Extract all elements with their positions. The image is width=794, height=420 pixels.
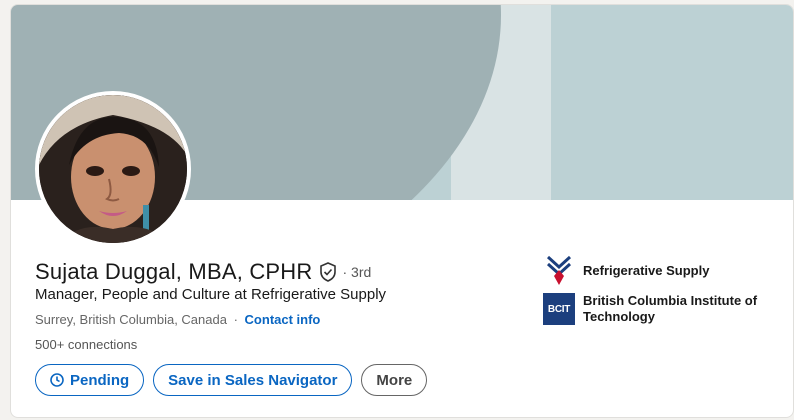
verified-shield-icon[interactable]	[319, 262, 337, 282]
more-label: More	[376, 371, 413, 389]
school-name: British Columbia Institute of Technology	[583, 293, 758, 324]
connection-degree: · 3rd	[342, 264, 372, 280]
profile-card: Sujata Duggal, MBA, CPHR · 3rd Manager, …	[10, 4, 794, 418]
refrigerative-supply-logo	[543, 255, 575, 287]
clock-icon	[50, 373, 64, 387]
pending-label: Pending	[70, 371, 130, 389]
profile-name: Sujata Duggal, MBA, CPHR	[35, 259, 313, 284]
profile-location: Surrey, British Columbia, Canada	[35, 312, 227, 327]
pending-button[interactable]: Pending	[35, 364, 145, 396]
connections-count: 500+ connections	[35, 337, 138, 352]
bcit-logo: BCIT	[543, 293, 575, 325]
education-link[interactable]: BCIT British Columbia Institute of Techn…	[543, 293, 773, 325]
current-company-link[interactable]: Refrigerative Supply	[543, 255, 773, 287]
sales-navigator-label: Save in Sales Navigator	[168, 371, 338, 389]
location-separator: ·	[233, 312, 238, 327]
more-button[interactable]: More	[361, 364, 428, 396]
profile-photo[interactable]	[35, 91, 191, 247]
location-row: Surrey, British Columbia, Canada · Conta…	[35, 312, 320, 327]
name-row: Sujata Duggal, MBA, CPHR · 3rd	[35, 259, 371, 285]
profile-actions: Pending Save in Sales Navigator More	[35, 364, 428, 396]
profile-headline: Manager, People and Culture at Refrigera…	[35, 286, 387, 303]
company-name: Refrigerative Supply	[583, 263, 710, 278]
save-in-sales-navigator-button[interactable]: Save in Sales Navigator	[153, 364, 353, 396]
contact-info-link[interactable]: Contact info	[245, 312, 321, 327]
